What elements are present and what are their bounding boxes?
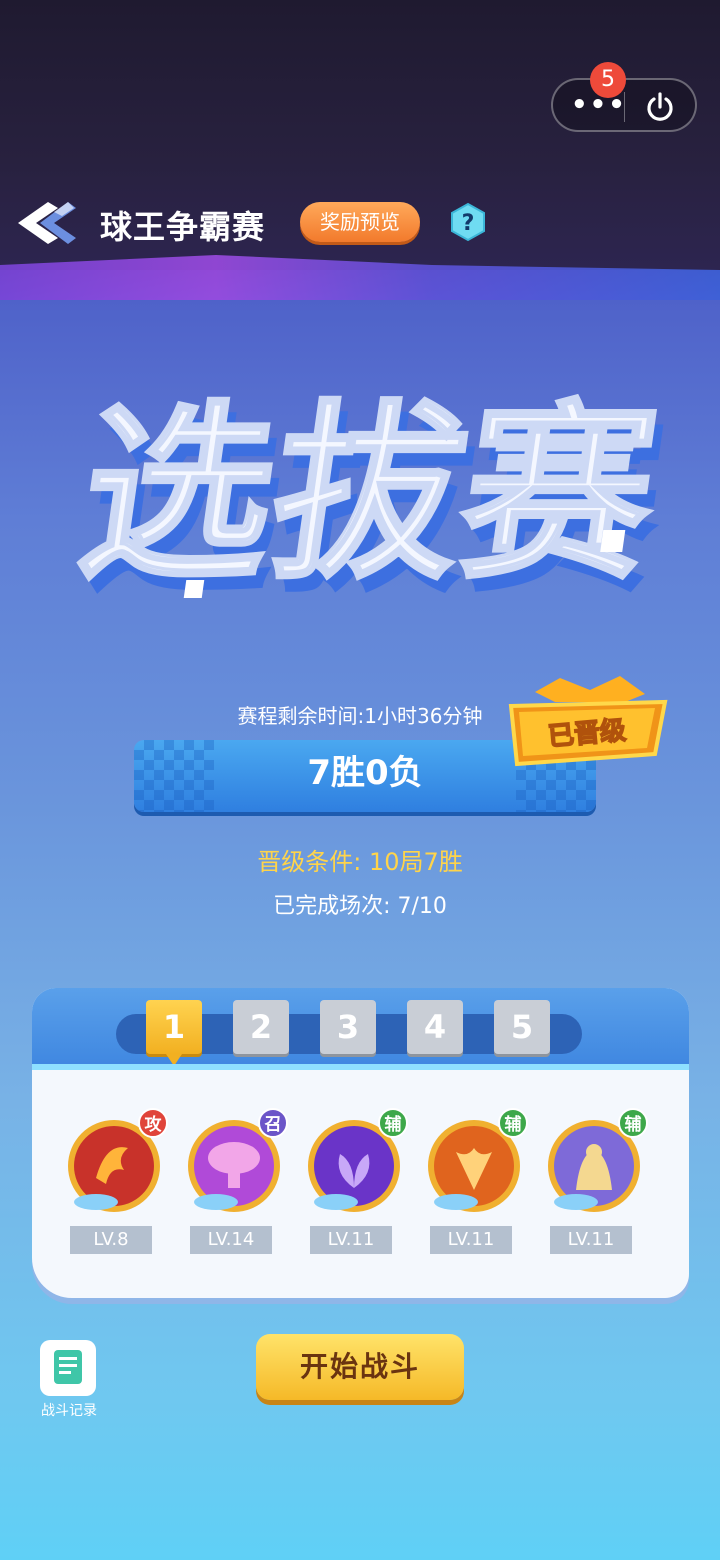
- pet-slot-5[interactable]: 辅 LV.11: [540, 1108, 650, 1258]
- pet-level: LV.11: [550, 1226, 632, 1254]
- lineup-tab-4[interactable]: 4: [407, 1000, 463, 1054]
- lineup-tab-1[interactable]: 1: [146, 1000, 202, 1066]
- pet-slot-4[interactable]: 辅 LV.11: [420, 1108, 530, 1258]
- lineup-panel: 1 2 3 4 5 攻 LV.8 召 LV.14 辅 LV.11 辅 LV.11…: [32, 988, 689, 1298]
- notification-badge: 5: [590, 62, 626, 98]
- pet-slot-2[interactable]: 召 LV.14: [180, 1108, 290, 1258]
- help-icon[interactable]: ?: [448, 202, 488, 242]
- promoted-badge: 已晋级: [508, 676, 668, 767]
- pet-type-badge: 攻: [138, 1108, 168, 1138]
- battle-record-icon: [40, 1340, 96, 1396]
- lineup-panel-header: 1 2 3 4 5: [32, 988, 689, 1070]
- help-label: ?: [462, 211, 475, 236]
- pet-type-badge: 召: [258, 1108, 288, 1138]
- pet-slot-3[interactable]: 辅 LV.11: [300, 1108, 410, 1258]
- battle-record-button[interactable]: 战斗记录: [36, 1340, 100, 1420]
- capsule-divider: [624, 92, 625, 122]
- hero-title-art: 选拔赛 选拔赛: [66, 383, 678, 619]
- pet-slot-1[interactable]: 攻 LV.8: [60, 1108, 170, 1258]
- pet-type-badge: 辅: [618, 1108, 648, 1138]
- reward-preview-button[interactable]: 奖励预览: [300, 202, 420, 242]
- power-icon[interactable]: [643, 90, 677, 124]
- completed-matches: 已完成场次: 7/10: [273, 894, 447, 919]
- pet-list: 攻 LV.8 召 LV.14 辅 LV.11 辅 LV.11 辅 LV.11: [60, 1108, 660, 1268]
- lineup-tab-3[interactable]: 3: [320, 1000, 376, 1054]
- more-dots-icon[interactable]: •••: [571, 92, 627, 118]
- lineup-tab-5[interactable]: 5: [494, 1000, 550, 1054]
- back-icon[interactable]: [14, 198, 80, 248]
- page-title: 球王争霸赛: [100, 208, 266, 246]
- lineup-tab-2[interactable]: 2: [233, 1000, 289, 1054]
- pet-type-badge: 辅: [378, 1108, 408, 1138]
- promotion-condition: 晋级条件: 10局7胜: [257, 848, 463, 876]
- start-battle-button[interactable]: 开始战斗: [256, 1334, 464, 1400]
- hero-title: 选拔赛: [68, 385, 670, 606]
- pet-level: LV.11: [430, 1226, 512, 1254]
- pet-level: LV.11: [310, 1226, 392, 1254]
- pet-level: LV.8: [70, 1226, 152, 1254]
- pet-level: LV.14: [190, 1226, 272, 1254]
- battle-record-label: 战斗记录: [41, 1403, 97, 1419]
- pet-type-badge: 辅: [498, 1108, 528, 1138]
